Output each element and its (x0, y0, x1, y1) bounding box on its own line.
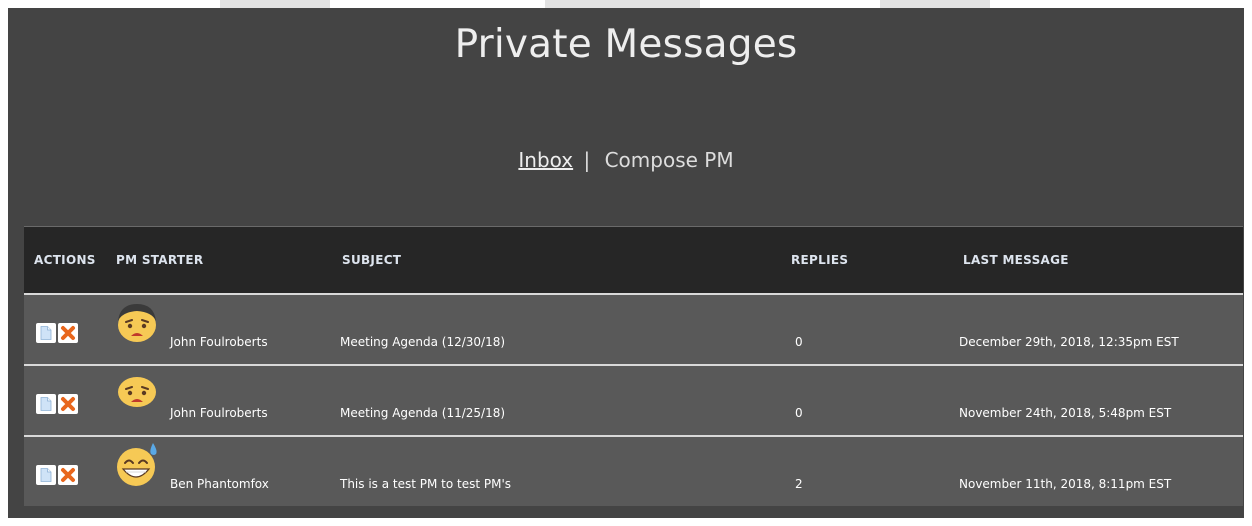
background-stripe (880, 0, 990, 8)
background-stripe (220, 0, 330, 8)
delete-message-button[interactable] (58, 394, 78, 414)
row-actions (36, 323, 80, 343)
pm-nav: Inbox | Compose PM (8, 148, 1244, 172)
delete-x-icon (61, 326, 75, 340)
col-actions-header: ACTIONS (34, 253, 96, 267)
background-stripe (545, 0, 700, 8)
row-replies: 0 (795, 335, 803, 349)
inbox-link[interactable]: Inbox (518, 148, 573, 172)
row-last-message: November 11th, 2018, 8:11pm EST (959, 477, 1172, 491)
sad-face-icon (118, 377, 156, 407)
pm-panel: Private Messages Inbox | Compose PM ACTI… (8, 8, 1244, 518)
row-actions (36, 394, 80, 414)
col-starter-header: PM STARTER (116, 253, 204, 267)
col-last-message-header: LAST MESSAGE (963, 253, 1069, 267)
view-message-button[interactable] (36, 323, 56, 343)
table-header: ACTIONS PM STARTER SUBJECT REPLIES LAST … (24, 226, 1243, 293)
delete-x-icon (61, 397, 75, 411)
view-message-button[interactable] (36, 394, 56, 414)
table-row: Ben Phantomfox This is a test PM to test… (24, 435, 1243, 506)
row-subject[interactable]: This is a test PM to test PM's (340, 477, 511, 491)
view-message-button[interactable] (36, 465, 56, 485)
sweat-smile-icon (117, 443, 157, 486)
pm-table: ACTIONS PM STARTER SUBJECT REPLIES LAST … (24, 226, 1243, 506)
sad-face-icon (118, 304, 156, 342)
row-starter[interactable]: John Foulroberts (170, 335, 268, 349)
page-title: Private Messages (454, 22, 798, 67)
delete-message-button[interactable] (58, 323, 78, 343)
row-last-message: December 29th, 2018, 12:35pm EST (959, 335, 1179, 349)
row-subject[interactable]: Meeting Agenda (11/25/18) (340, 406, 505, 420)
compose-pm-link[interactable]: Compose PM (605, 148, 734, 172)
row-replies: 2 (795, 477, 803, 491)
table-row: John Foulroberts Meeting Agenda (11/25/1… (24, 364, 1243, 435)
row-last-message: November 24th, 2018, 5:48pm EST (959, 406, 1172, 420)
row-starter[interactable]: Ben Phantomfox (170, 477, 269, 491)
row-starter[interactable]: John Foulroberts (170, 406, 268, 420)
document-icon (40, 326, 52, 340)
col-subject-header: SUBJECT (342, 253, 402, 267)
row-actions (36, 465, 80, 485)
table-row: John Foulroberts Meeting Agenda (12/30/1… (24, 293, 1243, 364)
row-replies: 0 (795, 406, 803, 420)
nav-separator: | (583, 148, 591, 172)
delete-x-icon (61, 468, 75, 482)
document-icon (40, 468, 52, 482)
delete-message-button[interactable] (58, 465, 78, 485)
row-subject[interactable]: Meeting Agenda (12/30/18) (340, 335, 505, 349)
document-icon (40, 397, 52, 411)
col-replies-header: REPLIES (791, 253, 849, 267)
